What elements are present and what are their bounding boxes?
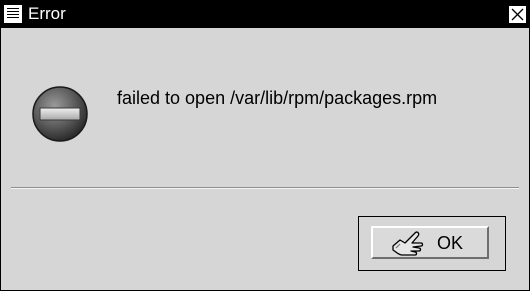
error-dialog-window: Error failed to open /var/lib/rpm/packag… xyxy=(0,0,530,291)
ok-button[interactable]: OK xyxy=(371,226,489,259)
window-title: Error xyxy=(28,4,66,23)
dialog-content: failed to open /var/lib/rpm/packages.rpm… xyxy=(1,28,529,290)
menu-icon xyxy=(7,8,19,20)
hand-pointer-icon xyxy=(392,231,424,256)
window-menu-button[interactable] xyxy=(3,4,23,24)
default-button-frame: OK xyxy=(358,216,506,271)
separator xyxy=(11,187,519,189)
close-button[interactable] xyxy=(508,5,527,24)
stop-icon xyxy=(32,86,88,142)
error-message: failed to open /var/lib/rpm/packages.rpm xyxy=(117,88,438,108)
close-icon xyxy=(511,8,524,21)
ok-button-label: OK xyxy=(437,233,464,253)
titlebar[interactable]: Error xyxy=(1,1,529,28)
